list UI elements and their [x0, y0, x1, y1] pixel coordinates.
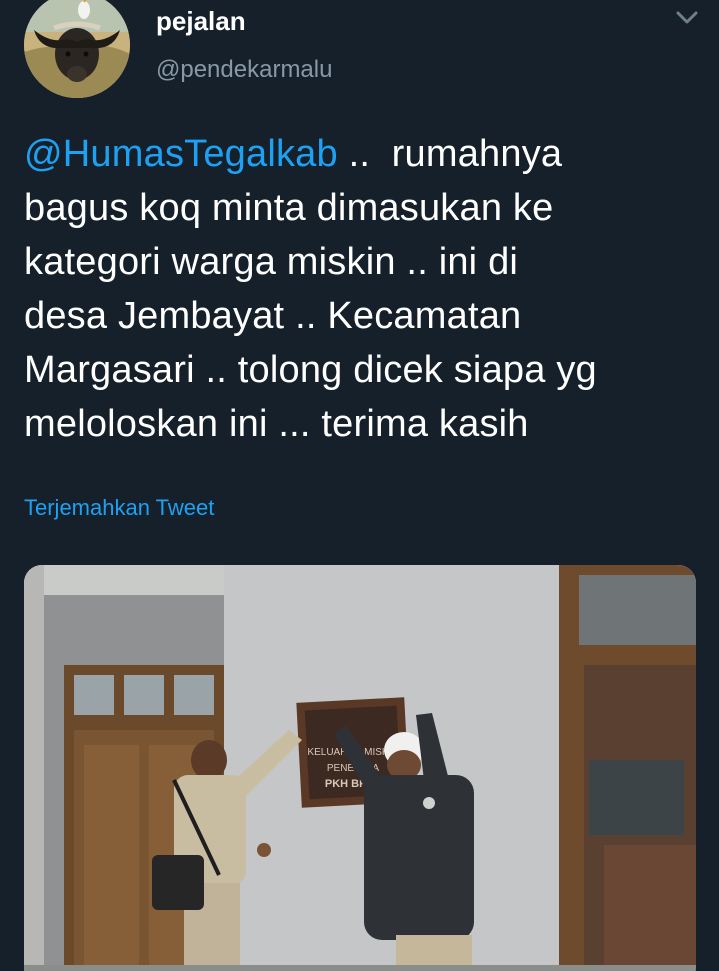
translate-tweet-link[interactable]: Terjemahkan Tweet: [24, 494, 214, 522]
author-display-name[interactable]: pejalan: [156, 6, 246, 36]
mention-link[interactable]: @HumasTegalkab: [24, 133, 338, 175]
author-handle[interactable]: @pendekarmalu: [156, 55, 332, 85]
tweet-text-line: Margasari .. tolong dicek siapa yg: [24, 349, 597, 391]
tweet-text-line: kategori warga miskin .. ini di: [24, 241, 519, 283]
tweet-text-segment: .. rumahnya: [337, 133, 563, 175]
tweet-text-line: bagus koq minta dimasukan ke: [24, 187, 554, 229]
tweet-text-line: @HumasTegalkab .. rumahnya: [24, 127, 694, 181]
chevron-down-icon: [676, 11, 698, 24]
tweet-detail: pejalan @pendekarmalu @HumasTegalkab .. …: [0, 0, 719, 971]
photo-house-sign: KELUARGA MISKIN PENERIMA PKH BPNT: [24, 565, 696, 971]
tweet-text-line: meloloskan ini ... terima kasih: [24, 403, 529, 445]
author-avatar[interactable]: [24, 0, 130, 98]
tweet-text-line: desa Jembayat .. Kecamatan: [24, 295, 522, 337]
buffalo-avatar-icon: [24, 0, 130, 98]
tweet-menu-button[interactable]: [672, 6, 702, 30]
tweet-text: @HumasTegalkab .. rumahnya bagus koq min…: [24, 127, 694, 451]
tweet-media-photo[interactable]: KELUARGA MISKIN PENERIMA PKH BPNT: [24, 565, 696, 971]
